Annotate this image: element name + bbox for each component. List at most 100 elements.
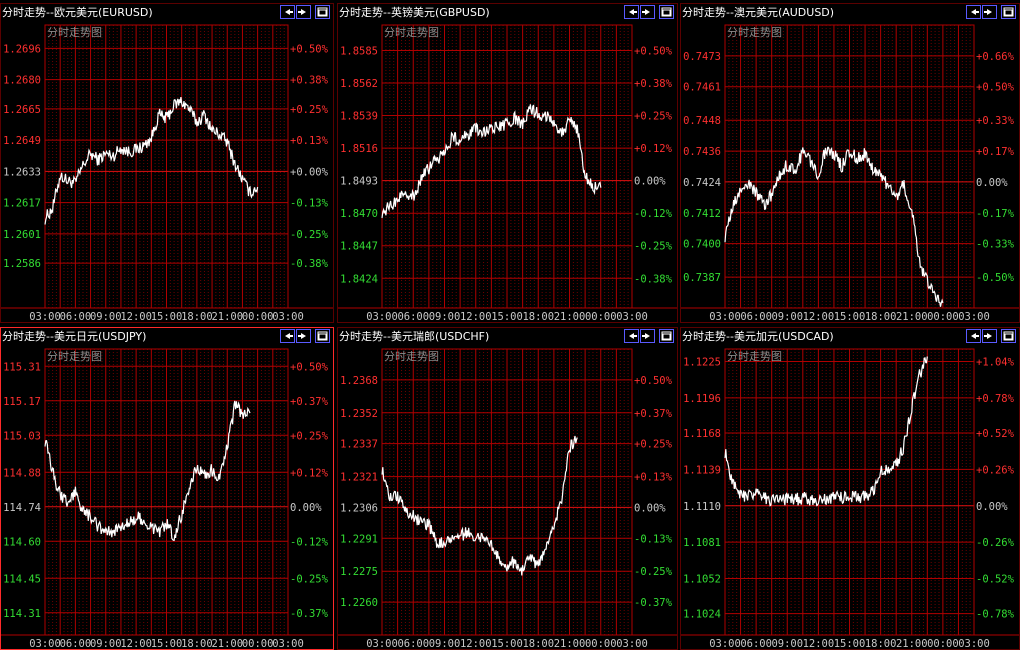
arrow-right-icon xyxy=(642,9,650,15)
pct-tick-label: -0.52% xyxy=(976,574,1015,586)
x-tick-label: 15:00 xyxy=(151,638,183,650)
y-tick-label: 0.7387 xyxy=(683,272,721,284)
pct-tick-label: -0.25% xyxy=(634,241,673,253)
x-tick-label: 12:00 xyxy=(120,638,152,650)
arrow-right-button[interactable] xyxy=(640,5,655,19)
y-tick-label: 1.8447 xyxy=(340,241,378,253)
y-tick-label: 1.2368 xyxy=(340,375,378,387)
chart-panel-usdcad[interactable]: 分时走势--美元加元(USDCAD) 1.1225 +1.04% 1.1196 +0.7… xyxy=(680,327,1020,650)
pct-tick-label: -0.50% xyxy=(976,272,1015,284)
y-tick-label: 115.31 xyxy=(3,361,41,373)
pct-tick-label: -0.25% xyxy=(290,229,329,241)
pct-tick-label: -0.13% xyxy=(290,198,329,210)
x-tick-label: 15:00 xyxy=(491,311,523,323)
x-tick-label: 00:00 xyxy=(585,311,617,323)
x-tick-label: 06:00 xyxy=(397,311,429,323)
pct-tick-label: +0.25% xyxy=(634,111,673,123)
arrow-right-button[interactable] xyxy=(296,329,311,343)
y-tick-label: 0.7473 xyxy=(683,51,721,63)
panel-title: 分时走势--英镑美元(GBPUSD) xyxy=(339,6,490,19)
pct-tick-label: +0.17% xyxy=(976,146,1015,158)
x-tick-label: 21:00 xyxy=(554,638,586,650)
arrow-left-button[interactable] xyxy=(624,329,639,343)
panel-buttons xyxy=(624,5,674,21)
panel-title: 分时走势--澳元美元(AUDUSD) xyxy=(682,6,835,19)
chart-panel-gbpusd[interactable]: 分时走势--英镑美元(GBPUSD) 1.8585 +0.50% 1.8562 +0.3… xyxy=(337,3,678,323)
y-tick-label: 1.2321 xyxy=(340,472,378,484)
line-chart: 1.1225 +1.04% 1.1196 +0.78% 1.1168 +0.52% 1.11… xyxy=(680,348,1020,650)
y-tick-label: 1.2586 xyxy=(3,258,41,270)
line-chart: 1.2368 +0.50% 1.2352 +0.37% 1.2337 +0.25% 1.23… xyxy=(337,348,678,650)
x-tick-label: 18:00 xyxy=(181,311,213,323)
pct-tick-label: +0.38% xyxy=(634,78,673,90)
x-tick-label: 00:00 xyxy=(927,638,959,650)
y-tick-label: 1.8585 xyxy=(340,45,378,57)
y-tick-label: 114.45 xyxy=(3,573,41,585)
maximize-window-button[interactable] xyxy=(659,5,674,19)
x-tick-label: 12:00 xyxy=(803,638,835,650)
arrow-left-button[interactable] xyxy=(280,5,295,19)
y-tick-label: 1.8493 xyxy=(340,176,378,188)
pct-tick-label: -0.12% xyxy=(290,536,329,548)
pct-tick-label: +0.50% xyxy=(634,375,673,387)
y-tick-label: 1.8562 xyxy=(340,78,378,90)
x-tick-label: 09:00 xyxy=(771,638,803,650)
maximize-window-icon xyxy=(1003,7,1014,17)
pct-tick-label: +0.12% xyxy=(290,467,329,479)
pct-tick-label: 0.00% xyxy=(634,502,666,514)
chart-panel-usdchf[interactable]: 分时走势--美元瑞郎(USDCHF) 1.2368 +0.50% 1.2352 +0.3… xyxy=(337,327,678,650)
arrow-left-icon xyxy=(971,333,979,339)
panel-header: 分时走势--美元瑞郎(USDCHF) xyxy=(337,327,678,347)
y-tick-label: 1.2680 xyxy=(3,75,41,87)
pct-tick-label: -0.13% xyxy=(634,533,673,545)
arrow-left-icon xyxy=(285,9,293,15)
x-tick-label: 00:00 xyxy=(242,638,274,650)
arrow-left-button[interactable] xyxy=(624,5,639,19)
y-tick-label: 1.1052 xyxy=(683,574,721,586)
x-tick-label: 15:00 xyxy=(834,638,866,650)
pct-tick-label: -0.37% xyxy=(290,608,329,620)
pct-tick-label: -0.38% xyxy=(634,273,673,285)
chart-panel-audusd[interactable]: 分时走势--澳元美元(AUDUSD) 0.7473 +0.66% 0.7461 +0.5… xyxy=(680,3,1020,323)
pct-tick-label: +0.25% xyxy=(634,439,673,451)
x-tick-label: 03:00 xyxy=(958,638,990,650)
arrow-left-button[interactable] xyxy=(966,5,981,19)
x-tick-label: 21:00 xyxy=(896,311,928,323)
y-tick-label: 114.31 xyxy=(3,608,41,620)
x-tick-label: 06:00 xyxy=(397,638,429,650)
arrow-right-icon xyxy=(984,9,992,15)
maximize-window-button[interactable] xyxy=(1001,329,1016,343)
y-tick-label: 1.2633 xyxy=(3,166,41,178)
pct-tick-label: +1.04% xyxy=(976,357,1015,369)
chart-panel-usdjpy[interactable]: 分时走势--美元日元(USDJPY) 115.31 +0.50% 115.17 +0.3… xyxy=(0,327,334,650)
pct-tick-label: -0.25% xyxy=(634,566,673,578)
panel-title: 分时走势--美元日元(USDJPY) xyxy=(2,330,147,343)
y-tick-label: 1.8424 xyxy=(340,273,378,285)
chart-subtitle: 分时走势图 xyxy=(384,350,439,363)
x-tick-label: 15:00 xyxy=(834,311,866,323)
x-tick-label: 03:00 xyxy=(366,638,398,650)
y-tick-label: 115.17 xyxy=(3,396,41,408)
x-tick-label: 18:00 xyxy=(522,311,554,323)
arrow-right-button[interactable] xyxy=(982,5,997,19)
arrow-left-button[interactable] xyxy=(280,329,295,343)
maximize-window-button[interactable] xyxy=(315,329,330,343)
maximize-window-button[interactable] xyxy=(659,329,674,343)
y-tick-label: 1.2260 xyxy=(340,597,378,609)
arrow-right-icon xyxy=(642,333,650,339)
arrow-right-button[interactable] xyxy=(982,329,997,343)
y-tick-label: 1.2617 xyxy=(3,198,41,210)
chart-panel-eurusd[interactable]: 分时走势--欧元美元(EURUSD) 1.2696 +0.50% 1.2680 +0.3… xyxy=(0,3,334,323)
panel-buttons xyxy=(966,5,1016,21)
maximize-window-button[interactable] xyxy=(1001,5,1016,19)
x-tick-label: 03:00 xyxy=(616,311,648,323)
arrow-right-button[interactable] xyxy=(640,329,655,343)
arrow-right-icon xyxy=(298,9,306,15)
maximize-window-button[interactable] xyxy=(315,5,330,19)
pct-tick-label: 0.00% xyxy=(976,501,1008,513)
pct-tick-label: -0.17% xyxy=(976,208,1015,220)
panel-buttons xyxy=(280,329,330,345)
arrow-left-button[interactable] xyxy=(966,329,981,343)
x-tick-label: 18:00 xyxy=(181,638,213,650)
arrow-right-button[interactable] xyxy=(296,5,311,19)
